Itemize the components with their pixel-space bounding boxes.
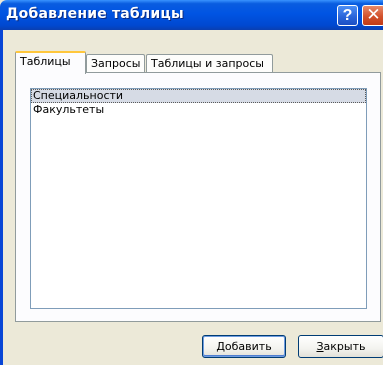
list-item[interactable]: Специальности	[31, 89, 366, 103]
tab-queries[interactable]: Запросы	[86, 54, 145, 73]
close-button-label: Закрыть	[316, 340, 366, 353]
list-item[interactable]: Факультеты	[31, 103, 366, 117]
tab-tables-and-queries[interactable]: Таблицы и запросы	[146, 54, 273, 73]
tables-listbox[interactable]: Специальности Факультеты	[30, 88, 367, 309]
window-frame	[0, 30, 3, 365]
tab-panel: Специальности Факультеты	[15, 72, 381, 322]
help-icon[interactable]: ?	[337, 5, 358, 26]
tab-label: Таблицы	[20, 55, 71, 68]
window-title: Добавление таблицы	[6, 6, 184, 22]
tab-tables[interactable]: Таблицы	[15, 51, 86, 74]
title-bar[interactable]: Добавление таблицы ? ✕	[0, 0, 383, 30]
tab-label: Запросы	[91, 57, 141, 70]
tab-label: Таблицы и запросы	[151, 57, 264, 70]
add-button[interactable]: Добавить	[202, 335, 286, 358]
add-table-dialog: Добавление таблицы ? ✕ Таблицы Запросы Т…	[0, 0, 383, 365]
close-icon[interactable]: ✕	[362, 5, 383, 26]
close-button[interactable]: Закрыть	[298, 335, 383, 358]
add-button-label: Добавить	[216, 340, 272, 353]
